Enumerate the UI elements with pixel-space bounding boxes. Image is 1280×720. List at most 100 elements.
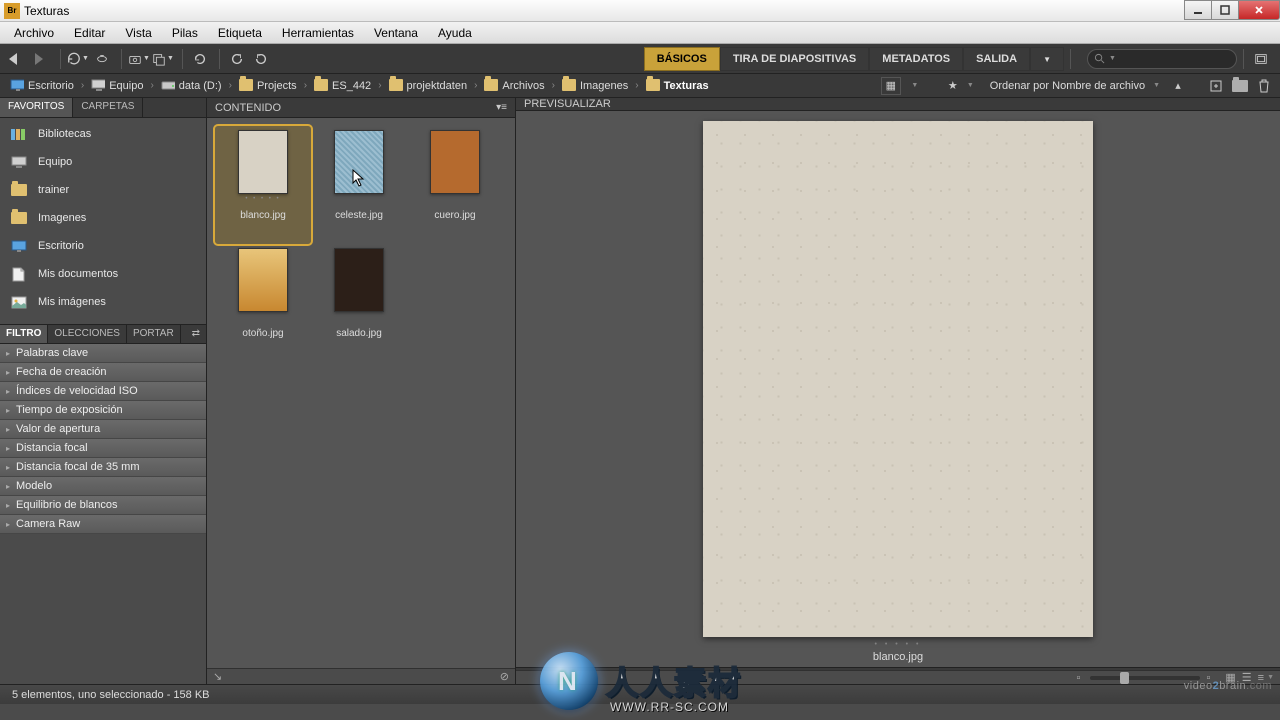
chevron-right-icon[interactable]: › (471, 80, 480, 91)
open-in-button[interactable]: ▼ (152, 48, 174, 70)
filter-dropdown-icon[interactable]: ▼ (905, 77, 925, 95)
preview-area: • • • • • blanco.jpg (516, 111, 1280, 667)
breadcrumb-projects[interactable]: Projects (235, 79, 301, 93)
menu-etiqueta[interactable]: Etiqueta (208, 23, 272, 43)
breadcrumb-es-442[interactable]: ES_442 (310, 79, 375, 93)
chevron-right-icon[interactable]: › (632, 80, 641, 91)
menu-ayuda[interactable]: Ayuda (428, 23, 482, 43)
open-app-icon[interactable] (1206, 77, 1226, 95)
filter-row[interactable]: Distancia focal (0, 439, 206, 458)
thumbnail[interactable]: salado.jpg (311, 244, 407, 362)
mode-dropdown[interactable]: ▼ (1030, 47, 1064, 71)
filter-row[interactable]: Modelo (0, 477, 206, 496)
compact-mode-button[interactable] (1250, 48, 1272, 70)
back-button[interactable] (6, 48, 28, 70)
forward-button[interactable] (30, 48, 52, 70)
filter-row[interactable]: Índices de velocidad ISO (0, 382, 206, 401)
get-photos-button[interactable]: ▼ (128, 48, 150, 70)
filter-tab-filtro[interactable]: FILTRO (0, 325, 48, 343)
content-panel-header: CONTENIDO ▾≡ (207, 98, 515, 118)
maximize-button[interactable] (1211, 0, 1239, 20)
chevron-right-icon[interactable]: › (78, 80, 87, 91)
filter-row[interactable]: Distancia focal de 35 mm (0, 458, 206, 477)
chevron-right-icon[interactable]: › (375, 80, 384, 91)
thumbnail[interactable]: otoño.jpg (215, 244, 311, 362)
grid-small-icon[interactable]: ▫ (1077, 672, 1081, 684)
content-header-label: CONTENIDO (215, 102, 281, 114)
recent-button[interactable]: ▼ (67, 48, 89, 70)
minimize-button[interactable] (1184, 0, 1212, 20)
main-toolbar: ▼ ▼ ▼ BÁSICOSTIRA DE DIAPOSITIVASMETADAT… (0, 44, 1280, 74)
chevron-right-icon[interactable]: › (549, 80, 558, 91)
breadcrumb-archivos[interactable]: Archivos (480, 79, 548, 93)
preview-header-label: PREVISUALIZAR (524, 98, 611, 110)
breadcrumb-data-d-[interactable]: data (D:) (157, 79, 226, 93)
chevron-right-icon[interactable]: › (226, 80, 235, 91)
preview-image[interactable] (703, 121, 1093, 637)
sidebar-item-label: Escritorio (38, 240, 84, 252)
menu-herramientas[interactable]: Herramientas (272, 23, 364, 43)
sidebar-item-trainer[interactable]: trainer (0, 176, 206, 204)
close-button[interactable] (1238, 0, 1280, 20)
breadcrumb-texturas[interactable]: Texturas (642, 79, 713, 93)
filter-tab-options[interactable]: ⇄ (186, 325, 206, 343)
brand-watermark: video2brain.com (1184, 676, 1272, 694)
menu-pilas[interactable]: Pilas (162, 23, 208, 43)
reveal-button[interactable] (91, 48, 113, 70)
trash-icon[interactable] (1254, 77, 1274, 95)
status-bar: 5 elementos, uno seleccionado - 158 KB (0, 684, 1280, 704)
menu-editar[interactable]: Editar (64, 23, 115, 43)
new-folder-icon[interactable] (1230, 77, 1250, 95)
chevron-right-icon[interactable]: › (147, 80, 156, 91)
sidebar-item-equipo[interactable]: Equipo (0, 148, 206, 176)
sidebar-item-label: Mis imágenes (38, 296, 106, 308)
breadcrumb-projektdaten[interactable]: projektdaten (385, 79, 472, 93)
mode-básicos[interactable]: BÁSICOS (644, 47, 720, 71)
mode-metadatos[interactable]: METADATOS (869, 47, 963, 71)
content-options-icon[interactable]: ▾≡ (496, 102, 507, 113)
filter-tab-olecciones[interactable]: OLECCIONES (48, 325, 127, 343)
thumbnail[interactable]: • • • • •blanco.jpg (215, 126, 311, 244)
filter-tab-portar[interactable]: PORTAR (127, 325, 181, 343)
breadcrumb: Escritorio›Equipo›data (D:)›Projects›ES_… (0, 74, 1280, 98)
chevron-right-icon[interactable]: › (301, 80, 310, 91)
filter-grid-icon[interactable]: ▦ (881, 77, 901, 95)
sidebar-item-mis-imágenes[interactable]: Mis imágenes (0, 288, 206, 316)
filter-row[interactable]: Equilibrio de blancos (0, 496, 206, 515)
sidebar-item-escritorio[interactable]: Escritorio (0, 232, 206, 260)
thumbnail[interactable]: celeste.jpg (311, 126, 407, 244)
sidebar-tab-favoritos[interactable]: FAVORITOS (0, 98, 73, 117)
menu-vista[interactable]: Vista (115, 23, 161, 43)
rating-dots[interactable]: • • • • • (245, 196, 280, 204)
filter-row[interactable]: Camera Raw (0, 515, 206, 534)
thumbnail[interactable]: cuero.jpg (407, 126, 503, 244)
filter-row[interactable]: Valor de apertura (0, 420, 206, 439)
filter-row[interactable]: Tiempo de exposición (0, 401, 206, 420)
menu-ventana[interactable]: Ventana (364, 23, 428, 43)
rotate-ccw-button[interactable] (226, 48, 248, 70)
breadcrumb-escritorio[interactable]: Escritorio (6, 79, 78, 93)
filter-row[interactable]: Fecha de creación (0, 363, 206, 382)
refresh-button[interactable] (189, 48, 211, 70)
filter-row[interactable]: Palabras clave (0, 344, 206, 363)
breadcrumb-imagenes[interactable]: Imagenes (558, 79, 632, 93)
rotate-cw-button[interactable] (250, 48, 272, 70)
sidebar-tab-carpetas[interactable]: CARPETAS (73, 98, 143, 117)
sidebar-item-mis-documentos[interactable]: Mis documentos (0, 260, 206, 288)
sidebar-item-imagenes[interactable]: Imagenes (0, 204, 206, 232)
rating-dots[interactable]: • • • • • (874, 641, 921, 648)
breadcrumb-equipo[interactable]: Equipo (87, 79, 147, 93)
sidebar-item-label: Equipo (38, 156, 72, 168)
sidebar-item-bibliotecas[interactable]: Bibliotecas (0, 120, 206, 148)
no-filter-icon[interactable]: ⊘ (500, 670, 509, 683)
sort-asc-icon[interactable]: ▴ (1168, 77, 1188, 95)
desktop-icon (8, 237, 30, 255)
menu-archivo[interactable]: Archivo (4, 23, 64, 43)
mode-tira-de-diapositivas[interactable]: TIRA DE DIAPOSITIVAS (720, 47, 869, 71)
star-filter-icon[interactable]: ★ (943, 77, 963, 95)
menu-bar: ArchivoEditarVistaPilasEtiquetaHerramien… (0, 22, 1280, 44)
boomerang-icon[interactable]: ↘ (213, 670, 222, 683)
mode-salida[interactable]: SALIDA (963, 47, 1030, 71)
sort-label[interactable]: Ordenar por Nombre de archivo (990, 80, 1145, 92)
search-input[interactable]: ▼ (1087, 49, 1237, 69)
